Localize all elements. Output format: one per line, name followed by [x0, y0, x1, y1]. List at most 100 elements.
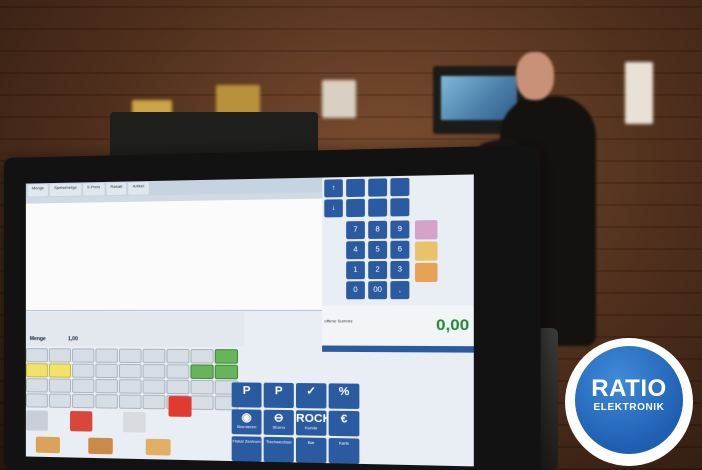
- product-button[interactable]: [118, 363, 142, 379]
- keypad-digit[interactable]: 9: [390, 220, 410, 239]
- product-button[interactable]: [118, 348, 142, 364]
- product-image-icon[interactable]: [88, 437, 113, 455]
- product-button[interactable]: [25, 393, 48, 408]
- product-button[interactable]: [48, 378, 72, 393]
- product-button[interactable]: [142, 348, 166, 364]
- quantity-label: Menge: [29, 336, 46, 343]
- product-image-icon[interactable]: [414, 220, 438, 240]
- function-key[interactable]: ROCK Kunde: [295, 410, 327, 436]
- tab-item[interactable]: Speiseberge: [50, 183, 81, 197]
- product-button[interactable]: [25, 378, 48, 393]
- keypad-digit[interactable]: 5: [368, 240, 388, 260]
- product-image-icon[interactable]: [25, 410, 48, 431]
- tab-item[interactable]: Menge: [27, 184, 49, 197]
- keypad-digit[interactable]: 8: [368, 220, 388, 239]
- product-button[interactable]: [95, 394, 118, 409]
- product-image-icon[interactable]: [35, 436, 60, 454]
- pos-screen: Menge Speiseberge S Preis Rabatt Artikel…: [25, 174, 474, 467]
- function-key[interactable]: P: [231, 382, 262, 408]
- keypad-function-key[interactable]: [368, 178, 388, 197]
- product-button[interactable]: [118, 394, 142, 409]
- keypad-digit[interactable]: 0: [346, 281, 365, 300]
- function-key-label: Fiskal Zentrum: [232, 438, 261, 445]
- function-key[interactable]: €: [328, 410, 360, 437]
- keypad-digit[interactable]: 3: [390, 260, 410, 280]
- product-image-icon[interactable]: [168, 396, 192, 417]
- total-panel: offene Summe 0,00: [322, 305, 474, 347]
- photo-scene: Menge Speiseberge S Preis Rabatt Artikel…: [0, 0, 702, 470]
- keypad-digit[interactable]: 4: [346, 241, 365, 260]
- keypad-digit[interactable]: 2: [368, 261, 388, 280]
- function-key[interactable]: Karte: [328, 437, 360, 464]
- pos-monitor: Menge Speiseberge S Preis Rabatt Artikel…: [4, 144, 541, 470]
- product-button[interactable]: [166, 379, 190, 395]
- function-key-glyph: ROCK: [295, 412, 327, 426]
- tab-item[interactable]: Artikel: [128, 182, 149, 195]
- product-image-icon[interactable]: [123, 411, 146, 433]
- product-button[interactable]: [142, 394, 166, 410]
- product-button[interactable]: [142, 364, 166, 379]
- function-key[interactable]: ⊖ Storno: [263, 409, 294, 436]
- function-key[interactable]: ◉ Stornieren: [231, 409, 262, 435]
- product-button[interactable]: [95, 378, 118, 394]
- product-button[interactable]: [118, 379, 142, 394]
- function-key-glyph: ◉: [241, 411, 252, 425]
- function-key[interactable]: Tischwechsel: [263, 436, 294, 463]
- keypad-function-key[interactable]: [368, 198, 388, 217]
- product-button[interactable]: [166, 348, 190, 364]
- wall-sign: [625, 62, 653, 124]
- product-button[interactable]: [142, 379, 166, 394]
- keypad-function-key[interactable]: [390, 177, 410, 197]
- product-image-icon[interactable]: [70, 410, 93, 432]
- person-head: [516, 52, 554, 100]
- product-button[interactable]: [214, 364, 239, 380]
- wall-sign: [216, 85, 260, 115]
- function-key-glyph: €: [340, 412, 348, 426]
- product-button[interactable]: [190, 395, 214, 411]
- product-button[interactable]: [95, 363, 118, 379]
- keypad-function-key[interactable]: [346, 198, 365, 218]
- function-key[interactable]: %: [328, 383, 360, 409]
- product-button[interactable]: [72, 393, 95, 409]
- tab-item[interactable]: S Preis: [82, 182, 105, 196]
- product-button[interactable]: [190, 364, 214, 380]
- product-button[interactable]: [48, 348, 72, 363]
- keypad-digit[interactable]: 6: [390, 240, 410, 259]
- function-key[interactable]: Fiskal Zentrum: [231, 436, 262, 462]
- total-bar: [322, 345, 474, 353]
- keypad-digit[interactable]: 00: [368, 281, 388, 300]
- product-button[interactable]: [25, 363, 48, 378]
- keypad-function-key[interactable]: [346, 178, 365, 198]
- product-button[interactable]: [72, 378, 95, 394]
- product-button[interactable]: [72, 363, 95, 378]
- product-button[interactable]: [95, 348, 118, 363]
- function-key-label: Karte: [338, 440, 350, 446]
- product-button[interactable]: [48, 363, 72, 378]
- quantity-panel: Menge 1,00: [25, 311, 245, 348]
- product-button[interactable]: [72, 348, 95, 363]
- keypad-down-arrow[interactable]: ↓: [324, 199, 343, 218]
- product-image-icon[interactable]: [145, 438, 171, 456]
- function-key-label: Storno: [272, 424, 286, 430]
- product-button[interactable]: [190, 379, 214, 395]
- product-button[interactable]: [25, 348, 48, 363]
- product-image-icon[interactable]: [414, 241, 438, 261]
- product-button[interactable]: [48, 393, 72, 408]
- product-image-icon[interactable]: [414, 262, 438, 283]
- function-key[interactable]: P: [263, 382, 294, 409]
- total-label: offene Summe: [324, 318, 353, 324]
- order-list[interactable]: [25, 198, 323, 311]
- quantity-value: 1,00: [68, 336, 78, 343]
- product-button[interactable]: [190, 348, 214, 364]
- function-key[interactable]: Bar: [295, 437, 327, 464]
- keypad-digit[interactable]: 1: [346, 261, 365, 280]
- keypad-digit[interactable]: 7: [346, 221, 365, 240]
- function-key[interactable]: ✓: [295, 383, 327, 409]
- keypad-up-arrow[interactable]: ↑: [324, 179, 343, 198]
- tab-item[interactable]: Rabatt: [106, 182, 127, 196]
- product-button[interactable]: [214, 349, 239, 364]
- function-key-label: Bar: [307, 439, 315, 446]
- product-button[interactable]: [166, 364, 190, 379]
- keypad-function-key[interactable]: [390, 198, 410, 217]
- keypad-digit[interactable]: ,: [390, 281, 410, 300]
